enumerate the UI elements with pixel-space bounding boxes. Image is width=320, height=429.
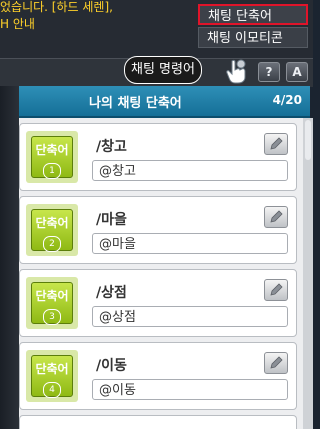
badge-number: 3 — [43, 309, 61, 325]
panel-title: 나의 채팅 단축어 — [89, 96, 182, 111]
badge-number: 4 — [43, 382, 61, 398]
chat-command-tooltip: 채팅 명령어 — [124, 56, 202, 84]
edit-pencil-icon[interactable] — [264, 279, 288, 301]
shortcut-command: /마을 — [96, 212, 127, 228]
shortcut-card: 단축어 3 /상점 @상점 — [19, 269, 297, 337]
chat-options-menu: 채팅 단축어 채팅 이모티콘 — [198, 4, 308, 50]
badge-label: 단축어 — [35, 289, 69, 303]
shortcut-badge: 단축어 2 — [26, 204, 78, 256]
menu-item-chat-emoticons[interactable]: 채팅 이모티콘 — [198, 27, 308, 48]
shortcut-value-field[interactable]: @이동 — [92, 379, 288, 400]
scroll-thumb[interactable] — [305, 120, 311, 160]
help-button[interactable]: ? — [258, 62, 280, 82]
shortcut-badge: 단축어 3 — [26, 277, 78, 329]
shortcut-value-field[interactable]: @상점 — [92, 306, 288, 327]
pointer-hand-icon — [226, 59, 246, 84]
shortcut-count: 4/20 — [272, 93, 302, 107]
badge-number: 1 — [43, 163, 61, 179]
shortcut-badge-icon: 단축어 1 — [31, 136, 73, 179]
chat-message: 었습니다. [하드 세렌], — [0, 0, 113, 14]
shortcut-badge: 단축어 4 — [26, 350, 78, 402]
shortcut-command: /상점 — [96, 285, 127, 301]
shortcut-command: /창고 — [96, 139, 127, 155]
shortcut-command: /이동 — [96, 358, 127, 374]
shortcut-value-field[interactable]: @마을 — [92, 233, 288, 254]
edit-pencil-icon[interactable] — [264, 352, 288, 374]
chat-message: H 안내 — [0, 17, 35, 31]
shortcut-value-field[interactable]: @창고 — [92, 160, 288, 181]
badge-number: 2 — [43, 236, 61, 252]
edit-pencil-icon[interactable] — [264, 206, 288, 228]
shortcut-badge: 단축어 1 — [26, 131, 78, 183]
badge-label: 단축어 — [35, 362, 69, 376]
shortcut-card — [19, 415, 297, 429]
panel-header: 나의 채팅 단축어 4/20 — [19, 86, 310, 118]
window-frame — [0, 86, 19, 429]
shortcut-badge-icon: 단축어 4 — [31, 355, 73, 398]
menu-item-chat-shortcuts[interactable]: 채팅 단축어 — [198, 4, 308, 25]
shortcut-badge-icon: 단축어 3 — [31, 282, 73, 325]
shortcut-card: 단축어 4 /이동 @이동 — [19, 342, 297, 410]
shortcut-card: 단축어 1 /창고 @창고 — [19, 123, 297, 191]
edit-pencil-icon[interactable] — [264, 133, 288, 155]
scrollbar[interactable] — [303, 118, 313, 429]
font-size-button[interactable]: A — [286, 62, 308, 82]
badge-label: 단축어 — [35, 216, 69, 230]
shortcut-card: 단축어 2 /마을 @마을 — [19, 196, 297, 264]
badge-label: 단축어 — [35, 143, 69, 157]
shortcut-badge-icon: 단축어 2 — [31, 209, 73, 252]
